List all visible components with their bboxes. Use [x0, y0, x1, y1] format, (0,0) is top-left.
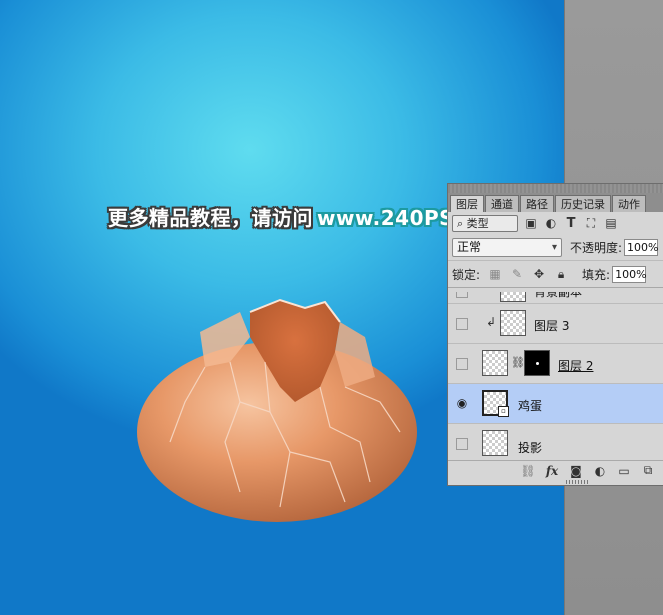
- new-layer-icon[interactable]: ⧉: [641, 463, 655, 478]
- add-mask-icon[interactable]: ◙: [569, 464, 583, 478]
- cracked-egg-image: [130, 292, 430, 532]
- fx-icon[interactable]: fx: [545, 464, 559, 478]
- opacity-label: 不透明度:: [570, 240, 623, 255]
- fill-input[interactable]: 100%: [612, 265, 647, 283]
- lock-options-bar: 锁定: ▦ ✎ ✥ 🔒︎ 填充: 100%: [448, 261, 663, 288]
- type-filter-icon[interactable]: T: [564, 216, 578, 231]
- layer-row-background-copy[interactable]: 背景副本: [448, 292, 663, 304]
- opacity-input[interactable]: 100%: [624, 238, 659, 256]
- adjustment-filter-icon[interactable]: ◐: [544, 216, 558, 230]
- layer-name: 投影: [518, 441, 543, 455]
- lock-move-icon[interactable]: ✥: [532, 267, 546, 281]
- smart-object-filter-icon[interactable]: ▤: [604, 216, 618, 230]
- shape-filter-icon[interactable]: ⛶: [584, 216, 598, 230]
- blend-options-bar: 正常 不透明度: 100%: [448, 234, 663, 261]
- clip-arrow-icon: ↲: [486, 315, 497, 329]
- image-filter-icon[interactable]: ▣: [524, 216, 538, 230]
- visibility-toggle[interactable]: [456, 438, 468, 450]
- blend-mode-select[interactable]: 正常: [452, 237, 562, 257]
- lock-all-icon[interactable]: 🔒︎: [554, 267, 568, 281]
- tab-actions[interactable]: 动作: [612, 195, 646, 212]
- link-layers-icon[interactable]: ⛓: [520, 464, 535, 478]
- tab-history[interactable]: 历史记录: [555, 195, 611, 212]
- visibility-toggle[interactable]: [456, 358, 468, 370]
- layers-panel: 图层 通道 路径 历史记录 动作 ⌕ 类型 ▣ ◐ T ⛶ ▤ 正常 不透明度:…: [447, 183, 663, 486]
- layer-filter-bar: ⌕ 类型 ▣ ◐ T ⛶ ▤: [448, 212, 663, 234]
- eye-icon[interactable]: ◉: [456, 397, 468, 409]
- layer-name: 鸡蛋: [518, 399, 543, 413]
- lock-label: 锁定:: [452, 267, 481, 282]
- filter-kind-select[interactable]: ⌕ 类型: [452, 214, 518, 232]
- tab-channels[interactable]: 通道: [485, 195, 519, 212]
- layer-thumbnail: [500, 292, 526, 302]
- layer-thumbnail: [500, 310, 526, 336]
- fill-label: 填充:: [582, 267, 611, 282]
- lock-transparent-icon[interactable]: ▦: [488, 267, 502, 281]
- layer-name: 图层 2: [558, 359, 594, 373]
- panel-resize-handle[interactable]: [566, 480, 590, 484]
- panel-tabs: 图层 通道 路径 历史记录 动作: [448, 184, 663, 212]
- layer-row-egg[interactable]: ◉ ▫ 鸡蛋: [448, 384, 663, 424]
- search-icon: ⌕: [457, 216, 464, 230]
- layer-row-shadow[interactable]: 投影: [448, 424, 663, 460]
- smart-object-badge-icon: ▫: [498, 406, 509, 417]
- layer-name: 图层 3: [534, 319, 570, 333]
- watermark-text: 更多精品教程，请访问: [108, 206, 313, 230]
- layer-mask-thumbnail[interactable]: [524, 350, 550, 376]
- new-adjustment-icon[interactable]: ◐: [593, 464, 607, 478]
- tab-layers[interactable]: 图层: [450, 195, 484, 212]
- new-group-icon[interactable]: ▭: [617, 464, 631, 478]
- layer-thumbnail: [482, 350, 508, 376]
- layer-row-layer2[interactable]: ⛓ 图层 2: [448, 344, 663, 384]
- visibility-toggle[interactable]: [456, 292, 468, 298]
- panel-grip[interactable]: [448, 184, 663, 193]
- tab-paths[interactable]: 路径: [520, 195, 554, 212]
- layers-bottom-toolbar: ⛓ fx ◙ ◐ ▭ ⧉: [448, 460, 663, 480]
- layer-row-layer3[interactable]: ↲ 图层 3: [448, 304, 663, 344]
- lock-brush-icon[interactable]: ✎: [510, 267, 524, 281]
- layer-thumbnail: [482, 430, 508, 456]
- mask-link-icon[interactable]: ⛓: [511, 356, 525, 369]
- layer-name: 背景副本: [534, 292, 583, 299]
- layers-list: 背景副本 ↲ 图层 3 ⛓ 图层 2 ◉ ▫ 鸡蛋 投影: [448, 292, 663, 460]
- visibility-toggle[interactable]: [456, 318, 468, 330]
- filter-kind-label: 类型: [466, 216, 489, 230]
